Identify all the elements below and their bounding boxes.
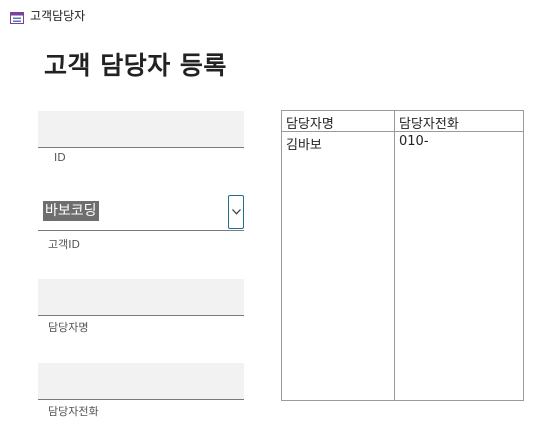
id-label: ID xyxy=(54,151,66,164)
cell-manager-phone[interactable]: 010- xyxy=(399,134,429,149)
form-icon xyxy=(10,9,24,24)
manager-name-label: 담당자명 xyxy=(48,321,89,334)
manager-phone-label: 담당자전화 xyxy=(48,405,99,418)
manager-subform[interactable]: 담당자명 담당자전화 김바보 010- xyxy=(281,110,524,401)
dropdown-button[interactable] xyxy=(228,195,244,229)
cell-manager-name[interactable]: 김바보 xyxy=(286,134,322,153)
page-title: 고객 담당자 등록 xyxy=(44,51,227,80)
customer-id-combobox[interactable]: 바보코딩 xyxy=(38,195,244,231)
chevron-down-icon xyxy=(232,209,241,215)
id-field[interactable] xyxy=(38,111,244,148)
manager-phone-field[interactable] xyxy=(38,363,244,400)
subform-header: 담당자명 담당자전화 xyxy=(282,111,523,132)
customer-id-label: 고객ID xyxy=(48,238,80,251)
column-header-manager-phone[interactable]: 담당자전화 xyxy=(399,113,459,132)
customer-id-value: 바보코딩 xyxy=(43,201,99,221)
manager-name-field[interactable] xyxy=(38,279,244,316)
column-divider xyxy=(394,111,395,400)
window-title: 고객담당자 xyxy=(30,9,86,23)
window-titlebar: 고객담당자 xyxy=(0,0,538,30)
column-header-manager-name[interactable]: 담당자명 xyxy=(286,113,334,132)
